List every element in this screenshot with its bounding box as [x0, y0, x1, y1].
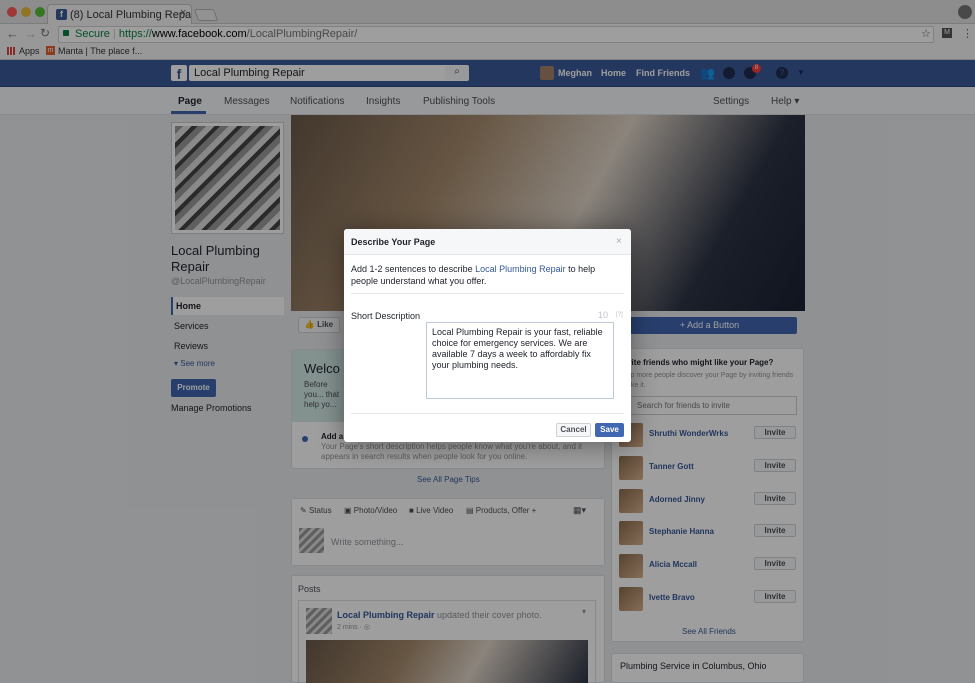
divider: [351, 293, 624, 294]
divider: [351, 413, 624, 414]
cancel-button[interactable]: Cancel: [556, 423, 591, 437]
intro-page-link[interactable]: Local Plumbing Repair: [475, 264, 566, 274]
close-icon[interactable]: ×: [616, 236, 622, 247]
dialog-intro: Add 1-2 sentences to describe Local Plum…: [351, 263, 621, 287]
describe-page-dialog: Describe Your Page × Add 1-2 sentences t…: [344, 229, 631, 442]
save-button[interactable]: Save: [595, 423, 624, 437]
short-description-label: Short Description: [351, 311, 421, 321]
character-count: 10: [598, 310, 609, 320]
help-icon[interactable]: [?]: [616, 312, 623, 318]
short-description-textarea[interactable]: Local Plumbing Repair is your fast, reli…: [426, 322, 614, 399]
intro-text: Add 1-2 sentences to describe: [351, 264, 476, 274]
dialog-title: Describe Your Page: [344, 229, 631, 255]
